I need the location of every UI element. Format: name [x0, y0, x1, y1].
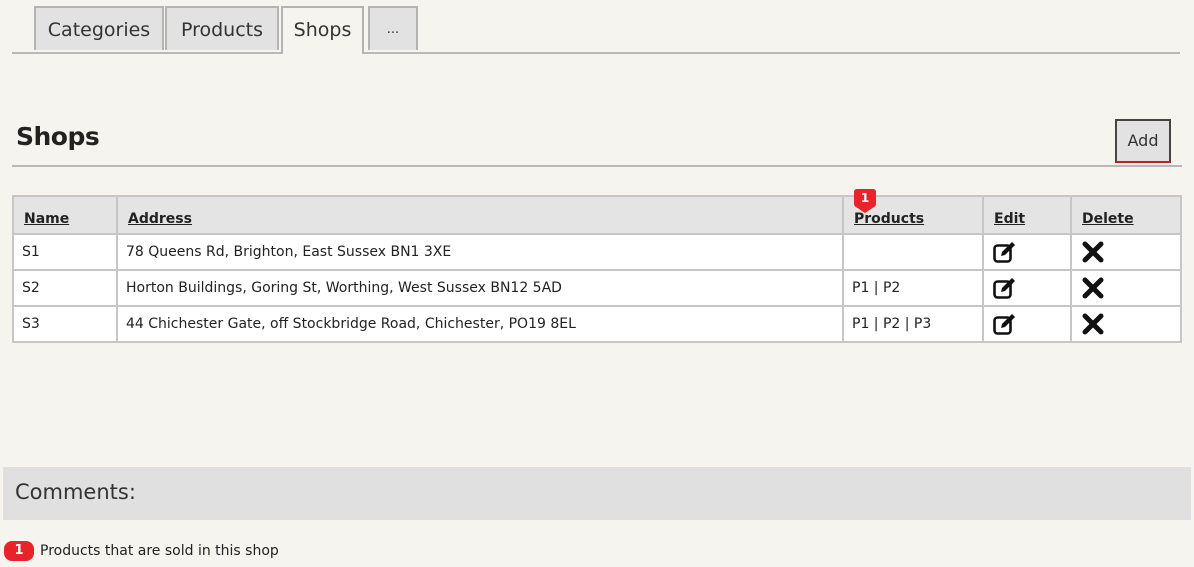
shop-products-cell: P1 | P2: [842, 269, 984, 307]
tab-bar: Categories Products Shops ...: [12, 4, 1180, 54]
shop-products-cell: P1 | P2 | P3: [842, 305, 984, 343]
column-header-address: Address: [116, 195, 844, 235]
column-header-products: 1 Products: [842, 189, 984, 235]
table-row: S1 78 Queens Rd, Brighton, East Sussex B…: [12, 233, 1182, 271]
edit-icon[interactable]: [992, 311, 1018, 337]
comment-marker: 1: [854, 189, 876, 213]
tab-shops[interactable]: Shops: [281, 6, 364, 54]
table-row: S3 44 Chichester Gate, off Stockbridge R…: [12, 305, 1182, 343]
add-button[interactable]: Add: [1115, 119, 1171, 163]
edit-header-link[interactable]: Edit: [994, 211, 1025, 227]
shop-name-cell: S3: [12, 305, 118, 343]
delete-cell: [1070, 233, 1182, 271]
page-title: Shops: [16, 122, 100, 151]
delete-icon[interactable]: [1080, 239, 1106, 265]
delete-cell: [1070, 305, 1182, 343]
shops-table: Name Address 1 Products Edit Delete S1 7…: [12, 189, 1182, 343]
sort-by-products-link[interactable]: Products: [854, 211, 924, 227]
delete-cell: [1070, 269, 1182, 307]
shop-name-cell: S1: [12, 233, 118, 271]
column-header-name: Name: [12, 195, 118, 235]
table-header-row: Name Address 1 Products Edit Delete: [12, 189, 1182, 235]
shop-products-cell: [842, 233, 984, 271]
shop-address-cell: 44 Chichester Gate, off Stockbridge Road…: [116, 305, 844, 343]
edit-icon[interactable]: [992, 275, 1018, 301]
tab-more[interactable]: ...: [368, 6, 418, 50]
comments-panel-header: Comments:: [3, 467, 1191, 520]
shop-name-cell: S2: [12, 269, 118, 307]
comments-title: Comments:: [15, 480, 136, 504]
comment-marker-number: 1: [861, 191, 869, 205]
comment-text: Products that are sold in this shop: [40, 543, 279, 559]
edit-cell: [982, 269, 1072, 307]
column-header-delete: Delete: [1070, 195, 1182, 235]
sort-by-name-link[interactable]: Name: [24, 211, 69, 227]
delete-icon[interactable]: [1080, 275, 1106, 301]
tab-categories[interactable]: Categories: [34, 6, 164, 50]
edit-cell: [982, 233, 1072, 271]
sort-by-address-link[interactable]: Address: [128, 211, 192, 227]
table-row: S2 Horton Buildings, Goring St, Worthing…: [12, 269, 1182, 307]
shop-address-cell: 78 Queens Rd, Brighton, East Sussex BN1 …: [116, 233, 844, 271]
column-header-edit: Edit: [982, 195, 1072, 235]
edit-icon[interactable]: [992, 239, 1018, 265]
title-divider: [12, 165, 1182, 167]
tab-products[interactable]: Products: [165, 6, 279, 50]
comment-number-badge: 1: [4, 541, 34, 561]
edit-cell: [982, 305, 1072, 343]
comment-item: 1 Products that are sold in this shop: [4, 541, 279, 563]
delete-header-link[interactable]: Delete: [1082, 211, 1134, 227]
delete-icon[interactable]: [1080, 311, 1106, 337]
shop-address-cell: Horton Buildings, Goring St, Worthing, W…: [116, 269, 844, 307]
